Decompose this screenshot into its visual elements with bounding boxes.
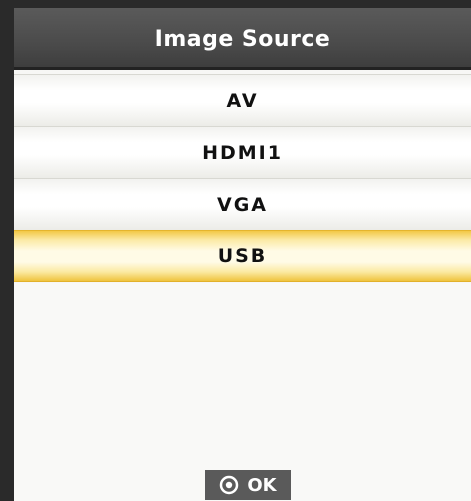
- source-menu: AV HDMI1 VGA USB: [14, 74, 471, 282]
- dialog-title: Image Source: [14, 8, 471, 70]
- ok-button[interactable]: OK: [205, 470, 291, 500]
- menu-item-usb[interactable]: USB: [14, 230, 471, 282]
- menu-item-hdmi1[interactable]: HDMI1: [14, 126, 471, 178]
- ok-button-icon: [220, 475, 239, 495]
- menu-item-label: VGA: [216, 193, 268, 216]
- image-source-dialog: Image Source AV HDMI1 VGA USB OK: [14, 8, 471, 501]
- menu-item-vga[interactable]: VGA: [14, 178, 471, 230]
- menu-item-label: USB: [217, 245, 268, 267]
- menu-item-av[interactable]: AV: [14, 74, 471, 126]
- empty-list-area: [14, 283, 471, 501]
- menu-item-label: AV: [226, 89, 259, 112]
- menu-item-label: HDMI1: [202, 141, 283, 164]
- screen-frame: Image Source AV HDMI1 VGA USB OK: [0, 0, 471, 501]
- ok-label: OK: [247, 474, 277, 496]
